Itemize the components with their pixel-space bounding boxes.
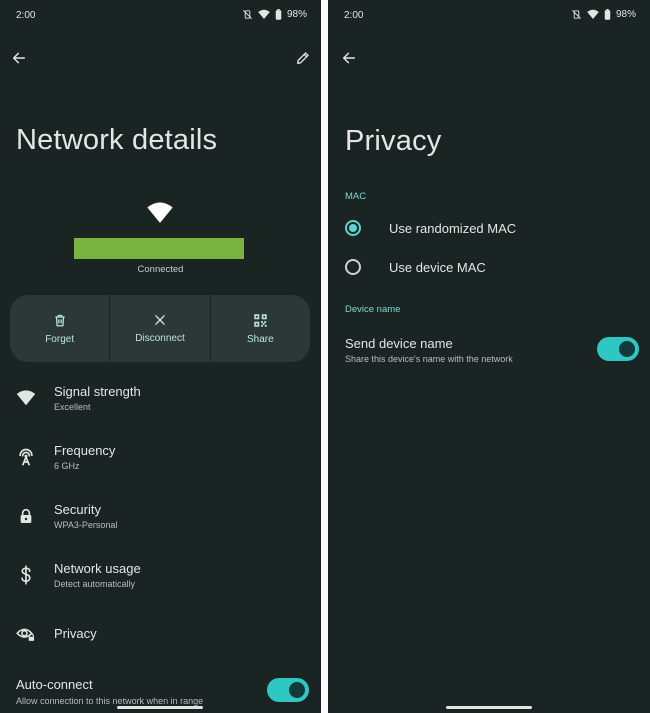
home-indicator[interactable] <box>446 706 532 709</box>
status-time: 2:00 <box>16 10 36 21</box>
signal-strength-value: Excellent <box>54 402 91 412</box>
disconnect-button[interactable]: Disconnect <box>109 295 209 362</box>
action-panel: Forget Disconnect Share <box>10 295 310 362</box>
status-bar: 2:00 98% <box>328 0 650 30</box>
connection-status: Connected <box>137 264 184 275</box>
mac-section-header: MAC <box>345 191 367 202</box>
signal-strength-label: Signal strength <box>54 384 141 399</box>
share-label: Share <box>246 333 274 345</box>
privacy-row[interactable]: Privacy <box>0 624 321 646</box>
trash-icon <box>54 314 65 326</box>
network-usage-label: Network usage <box>54 561 141 576</box>
signal-strength-row[interactable]: Signal strength Excellent <box>0 384 321 418</box>
vibrate-off-icon <box>572 10 581 19</box>
battery-percent: 98% <box>286 9 307 20</box>
back-button[interactable] <box>337 46 361 70</box>
auto-connect-label: Auto-connect <box>16 677 93 692</box>
vibrate-off-icon <box>243 10 252 19</box>
auto-connect-subtitle: Allow connection to this network when in… <box>16 696 204 706</box>
device-mac-radio[interactable] <box>345 259 361 275</box>
wifi-icon <box>16 390 36 406</box>
signal-quality-bar <box>74 238 244 259</box>
back-button[interactable] <box>7 46 31 70</box>
network-usage-row[interactable]: Network usage Detect automatically <box>0 561 321 595</box>
device-mac-label: Use device MAC <box>389 260 486 275</box>
frequency-row[interactable]: Frequency 6 GHz <box>0 443 321 477</box>
privacy-screen: 2:00 98% Privacy MAC Use randomized MAC … <box>328 0 650 713</box>
wifi-signal-icon <box>147 202 173 223</box>
home-indicator[interactable] <box>117 706 203 709</box>
frequency-label: Frequency <box>54 443 116 458</box>
randomized-mac-option[interactable]: Use randomized MAC <box>328 214 650 242</box>
network-details-screen: 2:00 98% Network details Connected Forge… <box>0 0 321 713</box>
close-icon <box>155 315 165 325</box>
wifi-status-icon <box>587 9 599 19</box>
toggle-knob <box>619 341 635 357</box>
privacy-eye-icon <box>16 628 35 641</box>
security-value: WPA3-Personal <box>54 520 118 530</box>
page-title: Privacy <box>345 125 442 157</box>
battery-icon <box>604 9 611 20</box>
dollar-icon <box>21 565 31 585</box>
send-device-name-toggle[interactable] <box>597 337 639 361</box>
privacy-label: Privacy <box>54 626 97 641</box>
network-usage-value: Detect automatically <box>54 579 136 589</box>
arrow-back-icon <box>342 52 356 64</box>
device-mac-option[interactable]: Use device MAC <box>328 253 650 281</box>
toggle-knob <box>289 682 305 698</box>
battery-percent: 98% <box>615 9 636 20</box>
forget-label: Forget <box>45 333 75 345</box>
frequency-value: 6 GHz <box>54 461 80 471</box>
randomized-mac-radio[interactable] <box>345 220 361 236</box>
page-title: Network details <box>16 124 218 156</box>
arrow-back-icon <box>12 52 26 64</box>
lock-icon <box>20 508 32 523</box>
security-label: Security <box>54 502 101 517</box>
status-bar: 2:00 98% <box>0 0 321 30</box>
forget-button[interactable]: Forget <box>10 295 109 362</box>
qr-code-icon <box>254 313 267 327</box>
status-time: 2:00 <box>344 10 364 21</box>
wifi-status-icon <box>258 9 270 19</box>
device-name-section-header: Device name <box>345 304 401 315</box>
send-device-name-label: Send device name <box>345 336 453 351</box>
randomized-mac-label: Use randomized MAC <box>389 221 517 236</box>
security-row[interactable]: Security WPA3-Personal <box>0 502 321 536</box>
auto-connect-toggle[interactable] <box>267 678 309 702</box>
pencil-icon <box>297 52 309 64</box>
send-device-name-subtitle: Share this device's name with the networ… <box>345 354 513 364</box>
disconnect-label: Disconnect <box>135 333 185 344</box>
battery-icon <box>275 9 282 20</box>
edit-button[interactable] <box>291 46 315 70</box>
share-button[interactable]: Share <box>209 295 310 362</box>
antenna-icon <box>19 448 33 466</box>
